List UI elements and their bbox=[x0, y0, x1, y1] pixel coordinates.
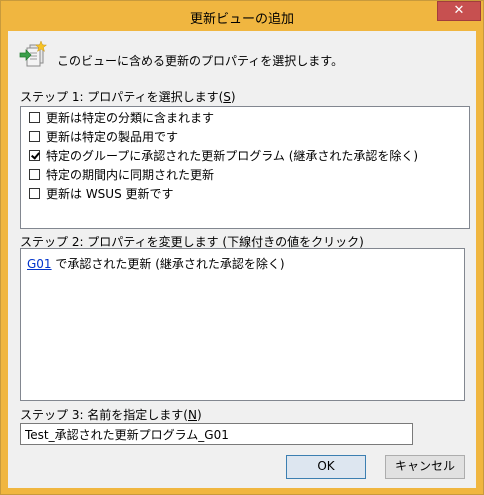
property-label: 更新は特定の製品用です bbox=[46, 130, 179, 144]
dialog-window: 更新ビューの追加 ✕ このビューに含める更新のプロパティを選択します。 ステップ… bbox=[0, 0, 484, 495]
step3-label-suffix: ) bbox=[196, 408, 202, 422]
checkbox[interactable] bbox=[29, 112, 40, 123]
step1-label: ステップ 1: プロパティを選択します(S) bbox=[20, 88, 236, 105]
property-list[interactable]: 更新は特定の分類に含まれます 更新は特定の製品用です 特定のグループに承認された… bbox=[20, 106, 470, 229]
view-name-input[interactable] bbox=[20, 423, 413, 445]
checkbox-checked[interactable] bbox=[29, 150, 40, 161]
ok-button[interactable]: OK bbox=[286, 455, 366, 479]
step1-label-suffix: ) bbox=[230, 90, 236, 104]
step3-label: ステップ 3: 名前を指定します(N) bbox=[20, 406, 202, 423]
property-item-sync-period[interactable]: 特定の期間内に同期された更新 bbox=[21, 165, 469, 184]
property-item-classification[interactable]: 更新は特定の分類に含まれます bbox=[21, 108, 469, 127]
header-instruction: このビューに含める更新のプロパティを選択します。 bbox=[57, 54, 344, 68]
add-view-icon bbox=[19, 40, 48, 67]
step1-label-text: ステップ 1: プロパティを選択します( bbox=[20, 90, 224, 104]
close-icon: ✕ bbox=[453, 3, 465, 18]
property-label: 更新は特定の分類に含まれます bbox=[46, 111, 215, 125]
description-text: で承認された更新 (継承された承認を除く) bbox=[51, 257, 285, 271]
checkbox[interactable] bbox=[29, 169, 40, 180]
step3-label-text: ステップ 3: 名前を指定します( bbox=[20, 408, 188, 422]
property-label: 特定の期間内に同期された更新 bbox=[46, 168, 215, 182]
property-label: 特定のグループに承認された更新プログラム (継承された承認を除く) bbox=[46, 149, 419, 163]
step1-mnemonic: S bbox=[223, 90, 231, 104]
window-title: 更新ビューの追加 bbox=[189, 12, 294, 27]
checkbox[interactable] bbox=[29, 188, 40, 199]
group-value-link[interactable]: G01 bbox=[27, 257, 52, 271]
title-bar[interactable]: 更新ビューの追加 ✕ bbox=[1, 1, 483, 31]
property-item-approved-group[interactable]: 特定のグループに承認された更新プログラム (継承された承認を除く) bbox=[21, 146, 469, 165]
property-item-product[interactable]: 更新は特定の製品用です bbox=[21, 127, 469, 146]
property-description-box: G01 で承認された更新 (継承された承認を除く) bbox=[20, 248, 465, 401]
property-label: 更新は WSUS 更新です bbox=[46, 187, 174, 201]
checkbox[interactable] bbox=[29, 131, 40, 142]
property-item-wsus-update[interactable]: 更新は WSUS 更新です bbox=[21, 184, 469, 203]
step3-mnemonic: N bbox=[188, 408, 197, 422]
cancel-button[interactable]: キャンセル bbox=[385, 455, 465, 479]
dialog-client-area: このビューに含める更新のプロパティを選択します。 ステップ 1: プロパティを選… bbox=[8, 31, 476, 488]
close-button[interactable]: ✕ bbox=[437, 1, 481, 21]
